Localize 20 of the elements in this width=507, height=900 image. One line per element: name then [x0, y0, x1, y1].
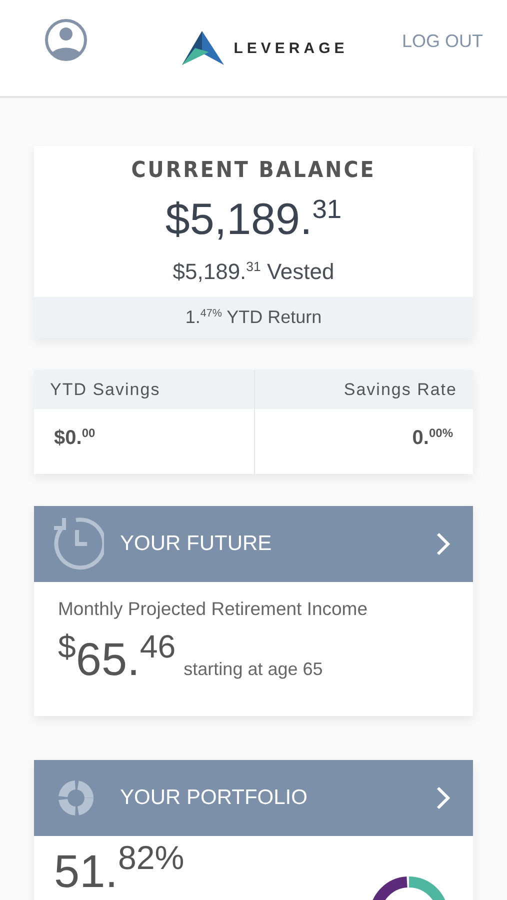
stat-value: $0.$^{00}$ — [53, 424, 96, 451]
chevron-right-icon[interactable] — [435, 785, 451, 811]
stat-value: 0.$^{00%}$ — [411, 424, 454, 451]
portfolio-percent: 51.$^{82%}$ — [54, 844, 184, 899]
age-note: starting at age 65 — [184, 659, 323, 680]
future-header[interactable]: YOUR FUTURE — [34, 506, 473, 582]
vested-amount: $5,189.$^{31}$ Vested — [172, 259, 336, 286]
ytd-return: 1.$^{47%}$ YTD Return — [34, 297, 473, 338]
chevron-right-icon[interactable] — [435, 531, 451, 557]
income-caption: Monthly Projected Retirement Income — [58, 598, 368, 620]
logo-icon — [182, 31, 224, 65]
avatar-icon[interactable] — [44, 18, 88, 62]
portfolio-header[interactable]: YOUR PORTFOLIO — [34, 760, 473, 836]
stat-label: YTD Savings — [34, 370, 254, 409]
logo-text: LEVERAGE — [234, 40, 348, 56]
balance-title: CURRENT BALANCE — [130, 158, 377, 183]
stat-label: Savings Rate — [254, 370, 473, 409]
balance-amount: $5,189.$^{31}$ — [164, 195, 343, 245]
income-amount: $^{$}$65.$^{46}$ — [58, 632, 176, 686]
logout-link[interactable]: LOG OUT — [402, 30, 483, 52]
